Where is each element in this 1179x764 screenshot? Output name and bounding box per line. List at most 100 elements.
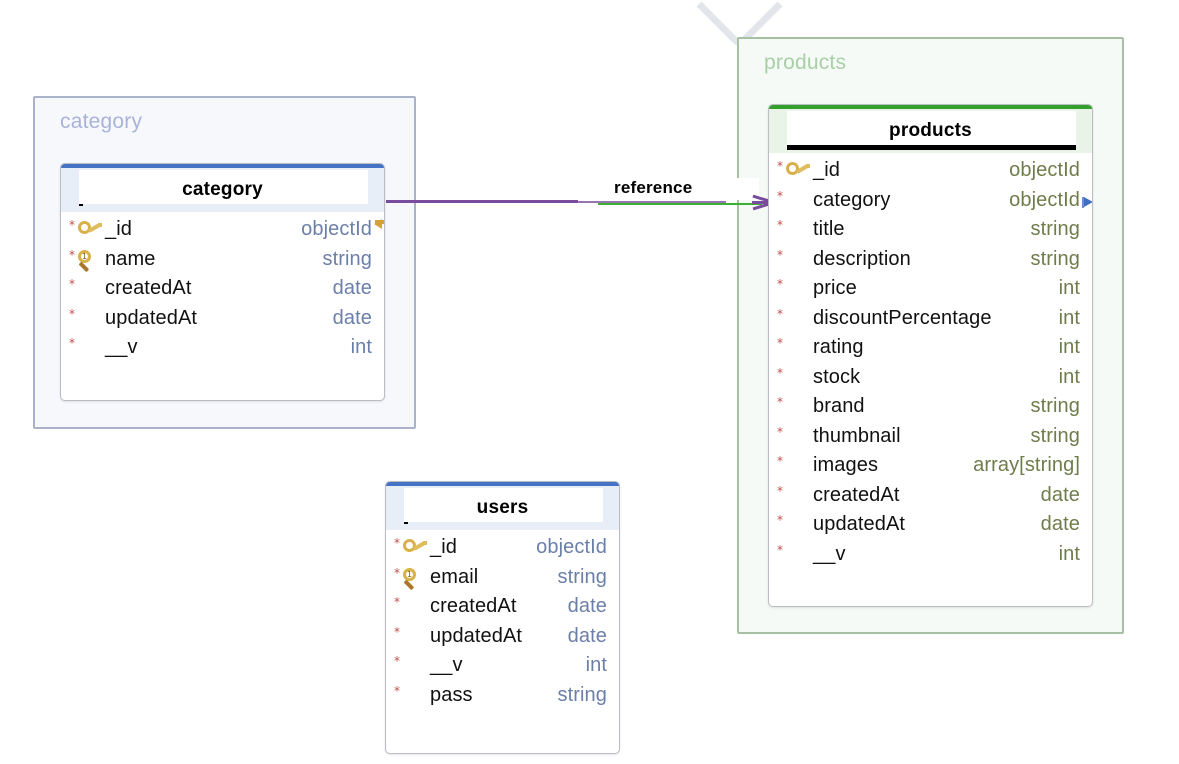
field-row[interactable]: * createdAt date (61, 274, 384, 304)
field-row[interactable]: * createdAt date (386, 592, 619, 622)
field-type: objectId (301, 218, 384, 241)
key-slot-empty (77, 278, 105, 300)
key-slot-empty (77, 337, 105, 359)
field-row[interactable]: * stock int (769, 363, 1092, 393)
field-name: rating (813, 336, 864, 359)
field-type: date (567, 624, 607, 647)
field-row[interactable]: * createdAt date (769, 481, 1092, 511)
required-marker: * (69, 218, 75, 232)
field-type: date (1040, 513, 1080, 536)
required-marker: * (69, 247, 75, 262)
field-row[interactable]: * updatedAt date (769, 510, 1092, 540)
field-name: __v (813, 542, 846, 565)
field-row[interactable]: * __v int (769, 540, 1092, 570)
field-row[interactable]: * updatedAt date (386, 622, 619, 652)
required-marker: * (777, 365, 783, 380)
key-slot-empty (785, 543, 813, 565)
table-title-category: category (182, 179, 263, 200)
key-slot-empty (785, 337, 813, 359)
key-slot-empty (785, 455, 813, 477)
field-type: string (322, 247, 372, 270)
entity-table-products[interactable]: products * _id objectId * category objec… (768, 104, 1093, 607)
field-row[interactable]: * brand string (769, 392, 1092, 422)
key-slot-empty (785, 514, 813, 536)
field-type: string (557, 683, 607, 706)
reference-hook-icon (374, 219, 384, 238)
group-category-label: category (60, 110, 143, 133)
entity-table-users[interactable]: users * _id objectId * 1 email string * … (385, 481, 620, 754)
key-slot-empty (402, 684, 430, 706)
relationship-line-target[interactable] (598, 203, 762, 205)
table-header-users[interactable]: users (386, 486, 619, 530)
required-marker: * (777, 247, 783, 262)
required-marker: * (394, 565, 400, 580)
field-row[interactable]: * _id objectId (61, 215, 384, 245)
field-type: int (1058, 306, 1080, 329)
field-type: string (1030, 218, 1080, 241)
table-title-products: products (889, 120, 972, 141)
field-type: date (567, 595, 607, 618)
key-slot-empty (785, 278, 813, 300)
field-type: int (1058, 365, 1080, 388)
field-type: objectId (1009, 189, 1092, 212)
field-row[interactable]: * title string (769, 215, 1092, 245)
required-marker: * (777, 188, 783, 203)
primary-key-icon (785, 160, 813, 182)
field-list-users: * _id objectId * 1 email string * create… (386, 530, 619, 724)
field-name: name (105, 247, 156, 270)
key-slot-empty (785, 396, 813, 418)
required-marker: * (777, 159, 783, 173)
field-row[interactable]: * updatedAt date (61, 304, 384, 334)
required-marker: * (69, 336, 75, 350)
entity-table-category[interactable]: category * _id objectId * 1 name string … (60, 163, 385, 401)
field-row[interactable]: * __v int (386, 651, 619, 681)
field-name: createdAt (105, 277, 192, 300)
field-list-products: * _id objectId * category objectId * tit… (769, 153, 1092, 583)
required-marker: * (777, 454, 783, 468)
field-row[interactable]: * __v int (61, 333, 384, 363)
relationship-label: reference (608, 178, 699, 198)
primary-key-icon (402, 537, 430, 559)
required-marker: * (777, 218, 783, 232)
field-row[interactable]: * description string (769, 245, 1092, 275)
field-list-category: * _id objectId * 1 name string * created… (61, 212, 384, 377)
key-slot-empty (785, 248, 813, 270)
table-header-category[interactable]: category (61, 168, 384, 212)
foreign-key-arrow-icon (1082, 196, 1092, 208)
field-type: date (332, 277, 372, 300)
required-marker: * (777, 395, 783, 409)
field-row[interactable]: * 1 name string (61, 245, 384, 275)
key-slot-empty (77, 307, 105, 329)
required-marker: * (777, 513, 783, 527)
field-type: objectId (1009, 159, 1080, 182)
field-row[interactable]: * category objectId (769, 186, 1092, 216)
key-slot-empty (402, 655, 430, 677)
field-name: images (813, 454, 879, 477)
required-marker: * (394, 683, 400, 698)
key-slot-empty (785, 425, 813, 447)
key-slot-empty (785, 307, 813, 329)
field-row[interactable]: * rating int (769, 333, 1092, 363)
field-row[interactable]: * _id objectId (769, 156, 1092, 186)
field-type: int (1058, 277, 1080, 300)
field-row[interactable]: * 1 email string (386, 563, 619, 593)
required-marker: * (394, 595, 400, 609)
field-row[interactable]: * images array[string] (769, 451, 1092, 481)
relationship-line-primary[interactable] (386, 200, 578, 203)
field-row[interactable]: * discountPercentage int (769, 304, 1092, 334)
table-header-products[interactable]: products (769, 109, 1092, 153)
required-marker: * (69, 277, 75, 291)
field-type: date (1040, 483, 1080, 506)
field-row[interactable]: * thumbnail string (769, 422, 1092, 452)
field-type: objectId (536, 536, 607, 559)
key-slot-empty (785, 484, 813, 506)
field-row[interactable]: * pass string (386, 681, 619, 711)
field-name: updatedAt (430, 624, 523, 647)
field-name: _id (813, 159, 840, 182)
field-name: __v (430, 654, 463, 677)
field-row[interactable]: * price int (769, 274, 1092, 304)
field-name: updatedAt (813, 513, 906, 536)
field-name: stock (813, 365, 861, 388)
field-name: brand (813, 395, 865, 418)
field-row[interactable]: * _id objectId (386, 533, 619, 563)
